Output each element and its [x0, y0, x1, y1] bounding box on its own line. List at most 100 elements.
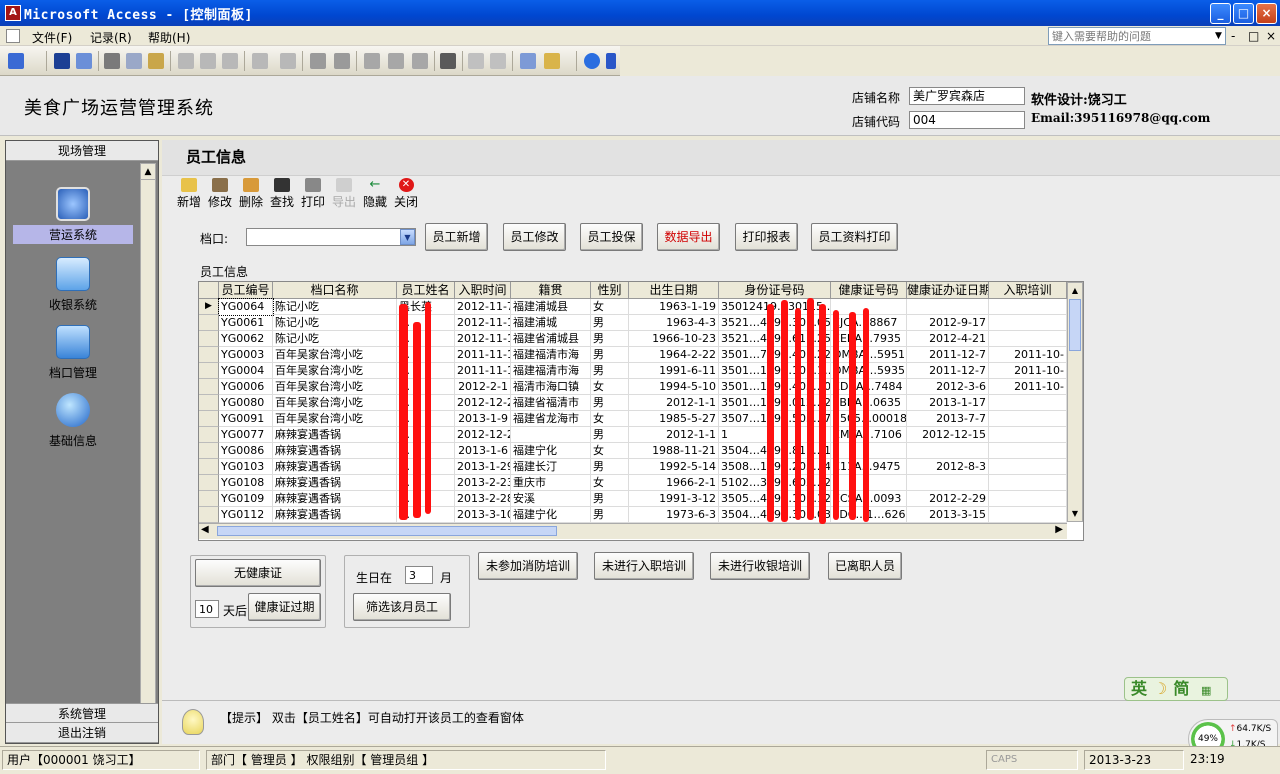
table-row[interactable]: YG0006百年吴家台湾小吃…2012-2-1福清市海口镇女1994-5-103… — [199, 379, 1067, 395]
table-cell[interactable]: YG0080 — [219, 395, 273, 411]
table-cell[interactable] — [989, 299, 1067, 315]
help-icon[interactable] — [584, 53, 600, 69]
table-row[interactable]: YG0003百年吴家台湾小吃…2011-11-1福建福清市海男1964-2-22… — [199, 347, 1067, 363]
scroll-thumb[interactable] — [217, 526, 557, 536]
table-cell[interactable]: 2012-3-6 — [907, 379, 989, 395]
row-selector[interactable] — [199, 331, 219, 347]
print-preview-icon[interactable] — [126, 53, 142, 69]
table-cell[interactable] — [511, 427, 591, 443]
table-cell[interactable]: 重庆市 — [511, 475, 591, 491]
table-cell[interactable]: 福建省龙海市 — [511, 411, 591, 427]
insure-employee-button[interactable]: 员工投保 — [580, 223, 643, 251]
table-row[interactable]: ▶ YG0064 陈记小吃 黑长英 2012-11-7 福建浦城县女 1963-1-19 35… — [199, 298, 1067, 316]
row-selector[interactable] — [199, 459, 219, 475]
maximize-button[interactable]: □ — [1233, 3, 1254, 24]
column-header[interactable]: 籍贯 — [511, 282, 591, 299]
table-cell[interactable]: 1988-11-21 — [629, 443, 719, 459]
table-cell[interactable]: 2013-3-10 — [455, 507, 511, 523]
table-cell[interactable]: YG0112 — [219, 507, 273, 523]
table-cell[interactable]: 1994-5-10 — [629, 379, 719, 395]
table-cell[interactable]: 3501…119…012…2…73 — [719, 395, 831, 411]
table-cell[interactable]: 3508…119…205…4…12 — [719, 459, 831, 475]
table-cell[interactable] — [989, 491, 1067, 507]
row-selector[interactable] — [199, 315, 219, 331]
ime-indicator[interactable]: 英 ☽ 简 ▦ — [1124, 677, 1228, 701]
table-cell[interactable] — [989, 475, 1067, 491]
table-cell[interactable]: DMBA…5951 — [831, 347, 907, 363]
table-cell[interactable]: 35012419…30115…25 — [719, 299, 831, 315]
table-cell[interactable]: YG0061 — [219, 315, 273, 331]
table-cell[interactable]: 男 — [591, 363, 629, 379]
resigned-staff-button[interactable]: 已离职人员 — [828, 552, 902, 580]
menu-help[interactable]: 帮助(H) — [148, 29, 190, 46]
store-code-field[interactable]: 004 — [909, 111, 1025, 129]
chevron-down-icon[interactable]: ▼ — [400, 229, 415, 245]
table-cell[interactable]: 2012-2-1 — [455, 379, 511, 395]
column-header[interactable]: 员工姓名 — [397, 282, 455, 299]
print-report-button[interactable]: 打印报表 — [735, 223, 798, 251]
table-cell[interactable]: 陈记小吃 — [273, 331, 397, 347]
table-cell[interactable]: 福建福清市海 — [511, 347, 591, 363]
design-view-icon[interactable] — [8, 53, 24, 69]
toolbar-delete-button[interactable]: 删除 — [236, 178, 266, 210]
table-cell[interactable]: 陈记小吃 — [273, 315, 397, 331]
table-cell[interactable]: YG0077 — [219, 427, 273, 443]
no-fire-training-button[interactable]: 未参加消防培训 — [478, 552, 578, 580]
table-cell[interactable]: 女 — [591, 475, 629, 491]
mdi-close-button[interactable]: × — [1266, 29, 1276, 43]
column-header[interactable]: 入职时间 — [455, 282, 511, 299]
no-onboarding-training-button[interactable]: 未进行入职培训 — [594, 552, 694, 580]
table-cell[interactable]: 福建宁化 — [511, 507, 591, 523]
print-icon[interactable] — [104, 53, 120, 69]
sort-ascending-icon[interactable] — [310, 53, 326, 69]
table-cell[interactable] — [989, 395, 1067, 411]
table-cell[interactable]: 3501…719…40…22…19 — [719, 347, 831, 363]
table-cell[interactable]: 2013-2-23 — [455, 475, 511, 491]
table-cell[interactable]: 福建省浦城县 — [511, 331, 591, 347]
table-cell[interactable]: 2013-7-7 — [907, 411, 989, 427]
table-cell[interactable]: 麻辣宴遇香锅 — [273, 427, 397, 443]
table-row[interactable]: YG0080百年吴家台湾小吃…2012-12-26福建省福清市男2012-1-1… — [199, 395, 1067, 411]
table-cell[interactable]: 麻辣宴遇香锅 — [273, 491, 397, 507]
table-cell[interactable]: 福建浦城 — [511, 315, 591, 331]
table-cell[interactable] — [989, 331, 1067, 347]
row-selector[interactable] — [199, 363, 219, 379]
table-cell[interactable]: 福清市海口镇 — [511, 379, 591, 395]
print-employee-profile-button[interactable]: 员工资料打印 — [811, 223, 898, 251]
table-row[interactable]: YG0112麻辣宴遇香锅…2013-3-10福建宁化男1973-6-33504…… — [199, 507, 1067, 523]
spelling-icon[interactable] — [148, 53, 164, 69]
birthday-month-input[interactable]: 3 — [405, 566, 433, 584]
table-cell[interactable]: 2012-2-29 — [907, 491, 989, 507]
sidebar-item-stall[interactable]: 档口管理 — [6, 325, 140, 382]
table-cell[interactable]: 2013-3-15 — [907, 507, 989, 523]
toolbar-options-icon[interactable] — [606, 53, 616, 69]
column-header[interactable]: 健康证办证日期 — [907, 282, 989, 299]
table-row[interactable]: YG0004百年吴家台湾小吃…2011-11-1福建福清市海男1991-6-11… — [199, 363, 1067, 379]
table-cell[interactable]: 2012-1-1 — [629, 395, 719, 411]
table-cell[interactable] — [989, 427, 1067, 443]
table-cell[interactable]: 1973-6-3 — [629, 507, 719, 523]
table-cell[interactable]: YG0103 — [219, 459, 273, 475]
close-window-button[interactable]: × — [1256, 3, 1277, 24]
scroll-up-icon[interactable]: ▲ — [141, 164, 155, 180]
add-employee-button[interactable]: 员工新增 — [425, 223, 488, 251]
column-header[interactable]: 性别 — [591, 282, 629, 299]
sidebar-scrollbar[interactable]: ▲ ▼ — [140, 163, 156, 743]
table-cell[interactable]: ECSA…0093 — [831, 491, 907, 507]
table-cell[interactable]: 2013-1-17 — [907, 395, 989, 411]
table-cell[interactable]: YG0006 — [219, 379, 273, 395]
apply-filter-icon[interactable] — [412, 53, 428, 69]
table-cell[interactable] — [989, 315, 1067, 331]
table-cell[interactable]: 福建宁化 — [511, 443, 591, 459]
table-cell[interactable]: 1964-2-22 — [629, 347, 719, 363]
find-icon[interactable] — [440, 53, 456, 69]
table-cell[interactable]: 2011-11-1 — [455, 363, 511, 379]
toolbar-edit-button[interactable]: 修改 — [205, 178, 235, 210]
table-cell[interactable]: 2013-1-9 — [455, 411, 511, 427]
table-cell[interactable]: 2013-2-28 — [455, 491, 511, 507]
store-name-field[interactable]: 美广罗宾森店 — [909, 87, 1025, 105]
table-cell[interactable]: 3505…419…10…12…16 — [719, 491, 831, 507]
row-selector[interactable]: ▶ — [199, 299, 219, 315]
column-header[interactable]: 身份证号码 — [719, 282, 831, 299]
edit-employee-button[interactable]: 员工修改 — [503, 223, 566, 251]
